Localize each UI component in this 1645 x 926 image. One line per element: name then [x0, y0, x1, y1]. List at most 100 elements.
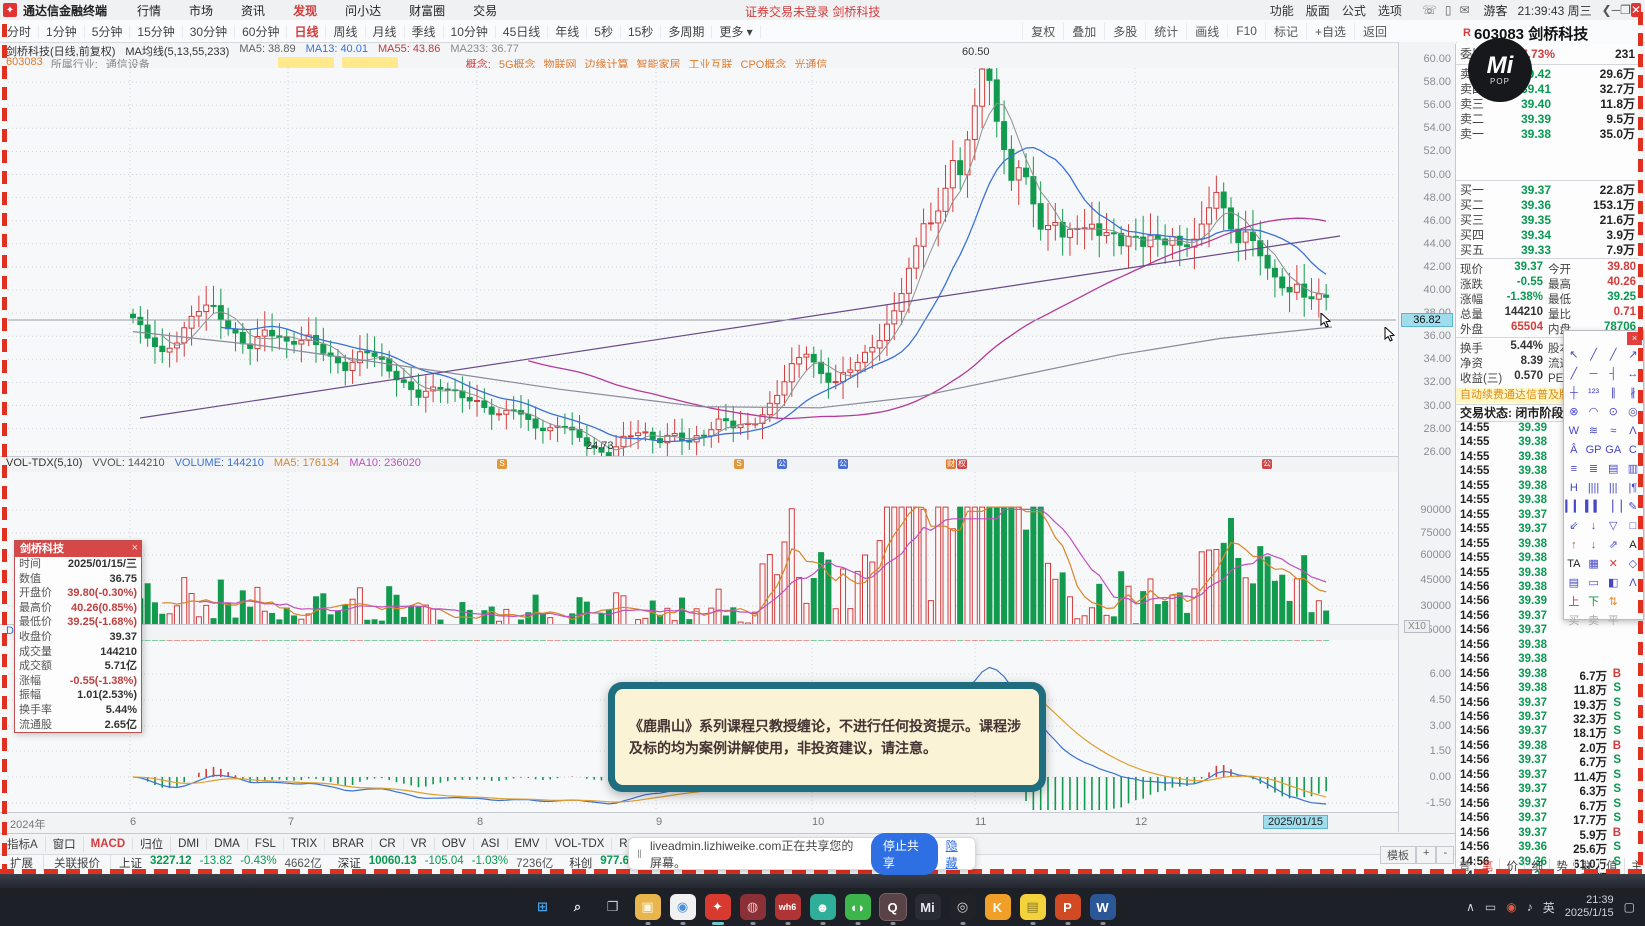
- drawing-tool-icon[interactable]: TA: [1564, 555, 1584, 574]
- tool-画线[interactable]: 画线: [1186, 22, 1227, 40]
- drawing-tool-icon[interactable]: ↓: [1584, 536, 1604, 555]
- wechat-icon[interactable]: ◖◗: [844, 894, 871, 925]
- qq-icon[interactable]: Q: [878, 893, 907, 925]
- menu-问小达[interactable]: 问小达: [331, 4, 395, 18]
- tab-OBV[interactable]: OBV: [435, 838, 474, 850]
- maximize-icon[interactable]: ❐: [1620, 3, 1631, 17]
- period-60分钟[interactable]: 60分钟: [235, 24, 288, 39]
- period-日线[interactable]: 日线: [287, 24, 327, 39]
- event-flag-icon[interactable]: 公: [1262, 459, 1272, 469]
- explorer-icon[interactable]: ▣: [634, 894, 661, 925]
- hide-share-link[interactable]: 隐藏: [946, 837, 967, 871]
- drawing-tool-icon[interactable]: ↓: [1584, 517, 1604, 536]
- tab-ASI[interactable]: ASI: [474, 838, 508, 850]
- period-多周期[interactable]: 多周期: [661, 24, 713, 39]
- drawing-tool-icon[interactable]: 上: [1564, 593, 1584, 612]
- period-5分钟[interactable]: 5分钟: [84, 24, 131, 39]
- template-button[interactable]: 模板: [1380, 846, 1416, 864]
- tool-返回[interactable]: 返回: [1353, 22, 1395, 40]
- drawing-tool-icon[interactable]: ◧: [1603, 574, 1623, 593]
- clock-tray[interactable]: 21:39 2025/1/15: [1565, 894, 1614, 919]
- drawing-tool-icon[interactable]: ╱: [1603, 346, 1623, 365]
- drawing-tool-icon[interactable]: ╱: [1584, 346, 1604, 365]
- tool-+自选[interactable]: +自选: [1305, 22, 1354, 40]
- period-月线[interactable]: 月线: [365, 24, 405, 39]
- sound-icon[interactable]: ♪: [1527, 900, 1533, 914]
- drawing-tool-icon[interactable]: ∥: [1603, 384, 1623, 403]
- period-45日线[interactable]: 45日线: [495, 24, 549, 39]
- tool-多股[interactable]: 多股: [1104, 22, 1145, 40]
- chrome-icon[interactable]: ◉: [669, 894, 696, 925]
- bid-row[interactable]: 买一 39.37 22.8万: [1456, 182, 1639, 198]
- tab-VR[interactable]: VR: [404, 838, 435, 850]
- tab-窗口[interactable]: 窗口: [46, 836, 84, 852]
- close-icon[interactable]: ×: [132, 542, 138, 554]
- tab-MACD[interactable]: MACD: [84, 838, 134, 850]
- drawing-tool-icon[interactable]: ⇅: [1603, 593, 1623, 612]
- indicator-name[interactable]: MA均线(5,13,55,233): [125, 43, 229, 58]
- wh6-icon[interactable]: wh6: [774, 894, 801, 925]
- message-icon[interactable]: ▯: [1441, 3, 1456, 17]
- task-view-icon[interactable]: ❐: [600, 894, 626, 920]
- event-flag-icon[interactable]: 公: [838, 459, 848, 469]
- tab-DMI[interactable]: DMI: [171, 838, 208, 850]
- tool-统计[interactable]: 统计: [1145, 22, 1186, 40]
- bid-row[interactable]: 买三 39.35 21.6万: [1456, 212, 1639, 228]
- menu-公式[interactable]: 公式: [1336, 4, 1372, 18]
- menu-财富圈[interactable]: 财富圈: [395, 4, 459, 18]
- tool-叠加[interactable]: 叠加: [1063, 22, 1104, 40]
- tab-FSL[interactable]: FSL: [248, 838, 284, 850]
- bid-row[interactable]: 买二 39.36 153.1万: [1456, 197, 1639, 213]
- tool-标记[interactable]: 标记: [1264, 22, 1306, 40]
- tab-VOL-TDX[interactable]: VOL-TDX: [547, 838, 613, 850]
- search-icon[interactable]: ⌕: [565, 894, 591, 920]
- drawing-tool-icon[interactable]: ✕: [1603, 555, 1623, 574]
- menu-资讯[interactable]: 资讯: [227, 4, 279, 18]
- drawing-tool-icon[interactable]: 买: [1564, 612, 1584, 631]
- menu-版面[interactable]: 版面: [1300, 4, 1336, 18]
- zoom-in-button[interactable]: +: [1416, 846, 1437, 864]
- menu-选项[interactable]: 选项: [1372, 4, 1408, 18]
- menu-功能[interactable]: 功能: [1264, 4, 1300, 18]
- tray-expand-icon[interactable]: ∧: [1466, 900, 1475, 914]
- tab-DMA[interactable]: DMA: [207, 838, 248, 850]
- period-周线[interactable]: 周线: [326, 24, 366, 39]
- drawing-tool-icon[interactable]: 平: [1603, 612, 1623, 631]
- event-flag-icon[interactable]: 财: [946, 459, 956, 469]
- app-red-icon[interactable]: ◍: [739, 894, 766, 925]
- event-flag-icon[interactable]: 权: [957, 459, 967, 469]
- tool-F10[interactable]: F10: [1227, 24, 1265, 38]
- drawing-tool-icon[interactable]: ⊗: [1564, 403, 1584, 422]
- drawing-tool-icon[interactable]: |||: [1603, 479, 1623, 498]
- bid-row[interactable]: 买五 39.33 7.9万: [1456, 242, 1639, 258]
- powerpoint-icon[interactable]: P: [1054, 894, 1081, 925]
- period-15秒[interactable]: 15秒: [620, 24, 662, 39]
- tdx-icon[interactable]: ✦: [704, 894, 731, 925]
- drawing-tool-icon[interactable]: ≣: [1584, 460, 1604, 479]
- mic-icon[interactable]: ◉: [1506, 900, 1516, 914]
- drawing-tool-icon[interactable]: ◠: [1584, 403, 1604, 422]
- menu-行情[interactable]: 行情: [123, 4, 175, 18]
- drawing-tool-icon[interactable]: ▎▎: [1564, 498, 1584, 517]
- drawing-tool-icon[interactable]: ┼: [1564, 384, 1584, 403]
- minimize-icon[interactable]: ─: [1612, 3, 1621, 17]
- stop-share-button[interactable]: 停止共享: [870, 832, 938, 875]
- period-15分钟[interactable]: 15分钟: [130, 24, 183, 39]
- drawing-tool-icon[interactable]: Â: [1564, 441, 1584, 460]
- drawing-tool-icon[interactable]: ▤: [1564, 574, 1584, 593]
- app-teal-icon[interactable]: ☻: [809, 894, 836, 925]
- drawing-tool-icon[interactable]: ¹²³: [1584, 384, 1604, 403]
- menu-发现[interactable]: 发现: [279, 4, 331, 18]
- drawing-tool-icon[interactable]: ↑: [1564, 536, 1584, 555]
- period-季线[interactable]: 季线: [404, 24, 444, 39]
- period-更多 ▾[interactable]: 更多 ▾: [712, 24, 761, 39]
- drawing-tool-icon[interactable]: ▽: [1603, 517, 1623, 536]
- drawing-tool-icon[interactable]: ⇙: [1564, 517, 1584, 536]
- drawing-tool-icon[interactable]: 卖: [1584, 612, 1604, 631]
- mi-icon[interactable]: Mi: [914, 894, 941, 920]
- drawing-tool-icon[interactable]: ≈: [1603, 422, 1623, 441]
- period-5秒[interactable]: 5秒: [587, 24, 621, 39]
- sticky-notes-icon[interactable]: ▤: [1019, 894, 1046, 925]
- user-label[interactable]: 游客: [1484, 2, 1508, 19]
- tab-归位[interactable]: 归位: [133, 836, 172, 852]
